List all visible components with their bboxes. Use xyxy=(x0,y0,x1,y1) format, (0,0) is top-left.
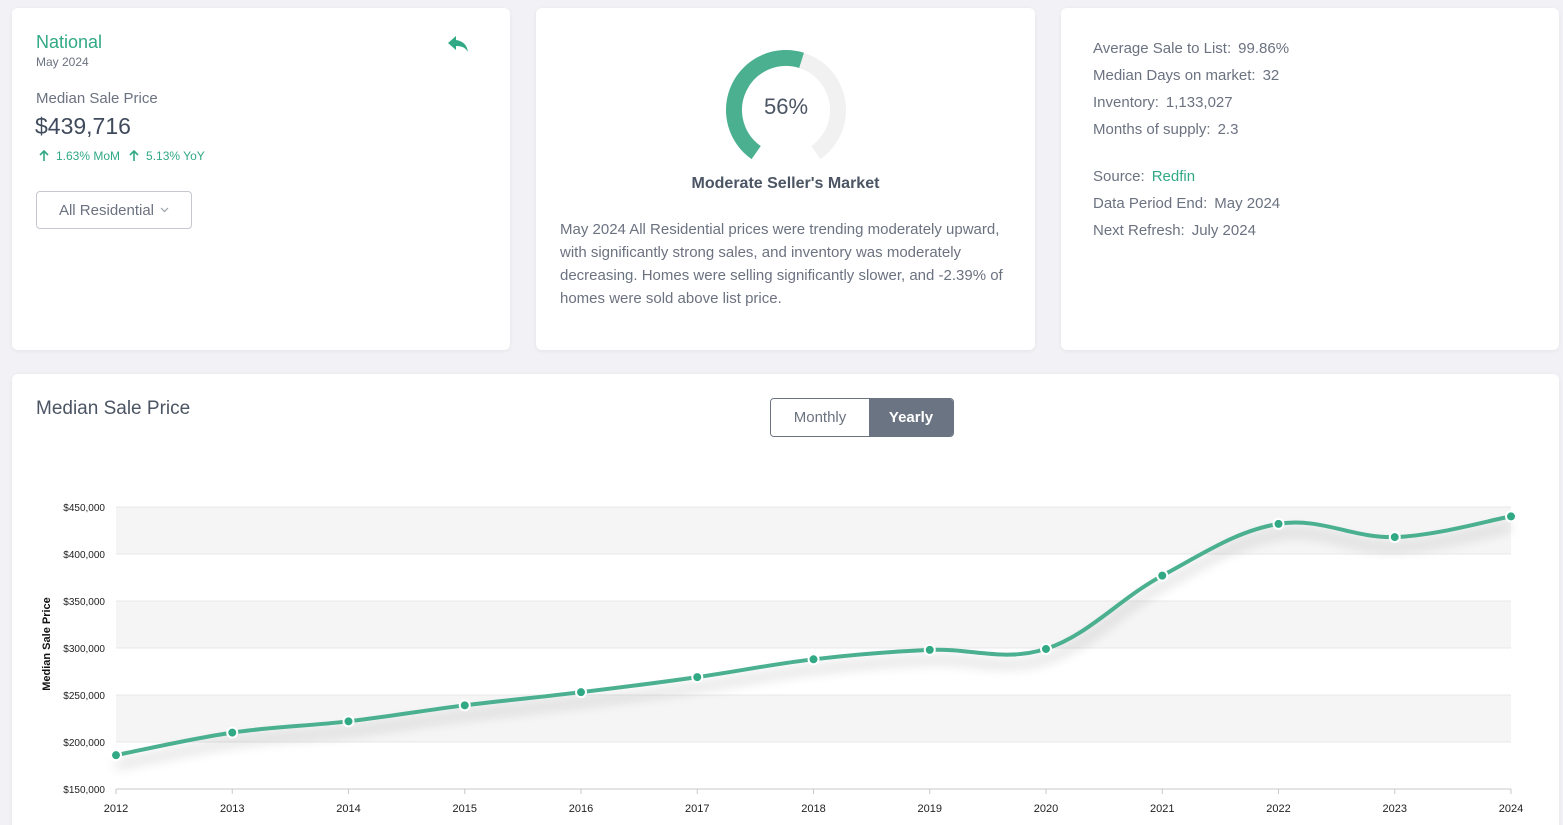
stat-sale-to-list: Average Sale to List: 99.86% xyxy=(1093,40,1290,57)
chart-card: $150,000 $200,000 $250,000 $300,000 $350,000… xyxy=(12,374,1559,825)
median-price-line-chart: $150,000 $200,000 $250,000 $300,000 $350,000… xyxy=(41,503,1523,815)
yearly-toggle-button[interactable]: Yearly xyxy=(869,399,953,436)
x-tick-label: 2014 xyxy=(336,803,360,815)
data-point[interactable] xyxy=(226,726,239,739)
x-tick-label: 2023 xyxy=(1383,803,1407,815)
x-tick-label: 2013 xyxy=(220,803,244,815)
grid-band xyxy=(116,601,1511,648)
meta-period-end: Data Period End: May 2024 xyxy=(1093,195,1281,212)
region-title[interactable]: National xyxy=(36,32,102,53)
stats-list: Average Sale to List: 99.86% Median Days … xyxy=(1093,40,1289,148)
y-tick-label: $200,000 xyxy=(63,738,105,749)
data-point[interactable] xyxy=(575,686,587,699)
x-tick-label: 2019 xyxy=(918,803,942,815)
price-summary-card: National May 2024 Median Sale Price $439… xyxy=(12,8,510,350)
market-condition-label: Moderate Seller's Market xyxy=(691,175,880,192)
data-point[interactable] xyxy=(110,749,122,762)
median-sale-price-value: $439,716 xyxy=(35,113,131,139)
y-tick-label: $400,000 xyxy=(63,550,105,561)
data-point[interactable] xyxy=(1040,642,1052,655)
x-tick-label: 2022 xyxy=(1266,803,1290,815)
arrow-up-icon xyxy=(39,150,49,161)
x-tick-label: 2016 xyxy=(569,803,593,815)
x-tick-label: 2017 xyxy=(685,803,709,815)
y-tick-label: $450,000 xyxy=(63,503,105,514)
market-stats-card: Average Sale to List: 99.86% Median Days … xyxy=(1061,8,1559,350)
grid-band xyxy=(116,695,1511,742)
stat-days-on-market: Median Days on market: 32 xyxy=(1093,67,1280,84)
x-tick-label: 2018 xyxy=(801,803,825,815)
stat-months-supply: Months of supply: 2.3 xyxy=(1093,121,1239,138)
yoy-change: 5.13% YoY xyxy=(146,149,205,163)
chevron-down-icon xyxy=(160,207,169,213)
y-tick-label: $250,000 xyxy=(63,691,105,702)
property-type-value: All Residential xyxy=(58,201,155,219)
chart-title: Median Sale Price xyxy=(36,398,191,419)
data-point[interactable] xyxy=(691,671,704,684)
stat-inventory: Inventory: 1,133,027 xyxy=(1093,94,1233,111)
price-changes: 1.63% MoM 5.13% YoY xyxy=(38,149,205,163)
region-period: May 2024 xyxy=(36,55,89,69)
mom-change: 1.63% MoM xyxy=(56,149,121,163)
meta-list: Source: Redfin Data Period End: May 2024 N… xyxy=(1093,168,1280,249)
data-point[interactable] xyxy=(1505,510,1517,523)
meta-next-refresh: Next Refresh: July 2024 xyxy=(1093,222,1256,239)
grid-band xyxy=(116,742,1511,789)
property-type-dropdown[interactable]: All Residential xyxy=(36,191,192,229)
data-point[interactable] xyxy=(1156,569,1169,582)
y-tick-label: $150,000 xyxy=(63,785,105,796)
data-point[interactable] xyxy=(342,715,355,728)
market-summary-text: May 2024 All Residential prices were tre… xyxy=(560,221,1003,307)
data-point[interactable] xyxy=(1272,517,1285,530)
x-tick-label: 2024 xyxy=(1499,803,1523,815)
x-tick-label: 2012 xyxy=(104,803,128,815)
meta-source: Source: Redfin xyxy=(1093,168,1196,185)
x-tick-label: 2021 xyxy=(1150,803,1174,815)
period-toggle: Monthly Yearly xyxy=(770,398,954,437)
y-axis-label: Median Sale Price xyxy=(41,597,53,691)
median-sale-price-label: Median Sale Price xyxy=(36,90,158,107)
market-condition-card: 56% Moderate Seller's Market May 2024 Al… xyxy=(536,8,1035,350)
x-tick-label: 2015 xyxy=(453,803,477,815)
data-point[interactable] xyxy=(1388,531,1401,544)
back-arrow-icon[interactable] xyxy=(446,34,470,54)
data-point[interactable] xyxy=(458,699,471,712)
gauge-percent: 56% xyxy=(763,94,809,119)
y-tick-label: $350,000 xyxy=(63,597,105,608)
y-tick-label: $300,000 xyxy=(63,644,105,655)
monthly-toggle-button[interactable]: Monthly xyxy=(771,399,869,436)
data-point[interactable] xyxy=(923,643,936,656)
arrow-up-icon xyxy=(129,150,139,161)
source-link[interactable]: Redfin xyxy=(1152,168,1195,185)
x-tick-label: 2020 xyxy=(1034,803,1058,815)
data-point[interactable] xyxy=(807,653,820,666)
grid-band xyxy=(116,507,1511,554)
grid-band xyxy=(116,554,1511,601)
